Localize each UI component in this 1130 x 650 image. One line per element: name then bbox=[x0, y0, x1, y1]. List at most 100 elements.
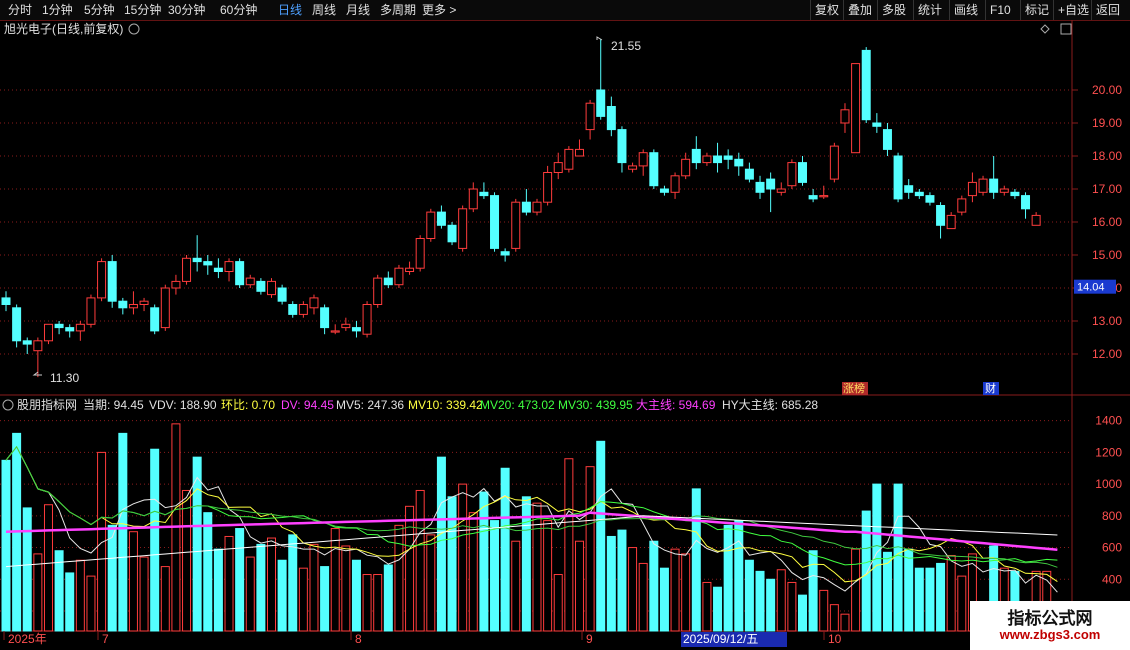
tool-button-4[interactable]: 画线 bbox=[954, 2, 978, 18]
volume-bar bbox=[914, 567, 924, 632]
tool-button-5[interactable]: F10 bbox=[990, 2, 1011, 18]
volume-bar bbox=[415, 489, 425, 632]
volume-tick-label: 800 bbox=[1102, 509, 1122, 523]
period-tab-4[interactable]: 30分钟 bbox=[168, 2, 205, 18]
candle-body bbox=[1, 297, 11, 305]
toolbar-separator bbox=[1020, 0, 1021, 20]
candle-body bbox=[479, 191, 489, 197]
candle-body bbox=[65, 327, 75, 332]
candle-body bbox=[447, 224, 457, 243]
tool-button-7[interactable]: +自选 bbox=[1058, 2, 1089, 18]
candle-body bbox=[373, 277, 383, 306]
candle-body bbox=[851, 63, 861, 154]
volume-bar bbox=[596, 440, 606, 632]
period-tab-2[interactable]: 5分钟 bbox=[84, 2, 115, 18]
candle-body bbox=[670, 175, 680, 193]
volume-bar bbox=[564, 458, 574, 632]
candle-body bbox=[776, 188, 786, 193]
indicator-value-3: DV: 94.45 bbox=[281, 398, 334, 412]
candle-body bbox=[999, 188, 1009, 193]
candle-body bbox=[606, 106, 616, 131]
period-tab-9[interactable]: 多周期 bbox=[380, 2, 416, 18]
toolbar-separator bbox=[913, 0, 914, 20]
period-tab-8[interactable]: 月线 bbox=[346, 2, 370, 18]
candle-body bbox=[75, 323, 85, 332]
period-tab-10[interactable]: 更多 > bbox=[422, 2, 456, 18]
candle-body bbox=[298, 304, 308, 315]
volume-bar bbox=[670, 548, 680, 632]
period-tab-5[interactable]: 60分钟 bbox=[220, 2, 257, 18]
volume-bar bbox=[936, 562, 946, 632]
candle-body bbox=[192, 257, 202, 263]
tool-button-0[interactable]: 复权 bbox=[815, 2, 839, 18]
candle-body bbox=[744, 168, 754, 180]
candle-body bbox=[681, 158, 691, 177]
indicator-value-1: VDV: 188.90 bbox=[149, 398, 217, 412]
candle-body bbox=[543, 172, 553, 203]
volume-bar bbox=[734, 520, 744, 632]
candle-body bbox=[798, 162, 807, 183]
volume-bar bbox=[43, 504, 53, 632]
candle-body bbox=[967, 181, 977, 197]
candle-body bbox=[882, 129, 892, 150]
candle-body bbox=[468, 188, 478, 210]
candle-body bbox=[500, 251, 510, 256]
volume-bar bbox=[532, 502, 542, 632]
period-tab-3[interactable]: 15分钟 bbox=[124, 2, 161, 18]
tool-button-8[interactable]: 返回 bbox=[1096, 2, 1120, 18]
volume-bar bbox=[320, 566, 330, 632]
volume-tick-label: 400 bbox=[1102, 572, 1122, 586]
candle-body bbox=[936, 205, 946, 226]
candle-body bbox=[256, 280, 266, 292]
volume-tick-label: 1000 bbox=[1095, 477, 1122, 491]
stock-title: 旭光电子(日线,前复权) bbox=[4, 21, 123, 36]
volume-bar bbox=[543, 520, 553, 632]
price-tick-label: 20.00 bbox=[1092, 83, 1122, 97]
toolbar-separator bbox=[985, 0, 986, 20]
tool-button-2[interactable]: 多股 bbox=[882, 2, 906, 18]
candle-body bbox=[925, 195, 935, 203]
tool-button-6[interactable]: 标记 bbox=[1025, 2, 1049, 18]
candle-body bbox=[1021, 195, 1031, 210]
volume-bar bbox=[755, 570, 765, 632]
watermark: 指标公式网 www.zbgs3.com bbox=[970, 601, 1130, 650]
indicator-value-7: MV30: 439.95 bbox=[558, 398, 633, 412]
diamond-icon[interactable] bbox=[1040, 24, 1050, 34]
price-tick-label: 16.00 bbox=[1092, 215, 1122, 229]
indicator-dropdown-icon[interactable] bbox=[2, 399, 14, 411]
last-price-label: 14.04 bbox=[1077, 282, 1105, 294]
tool-button-1[interactable]: 叠加 bbox=[848, 2, 872, 18]
candle-body bbox=[351, 327, 361, 332]
tool-button-3[interactable]: 统计 bbox=[918, 2, 942, 18]
volume-bar bbox=[256, 543, 266, 632]
indicator-name: 股朋指标网 bbox=[17, 397, 77, 412]
volume-bar bbox=[904, 548, 914, 632]
price-tick-label: 17.00 bbox=[1092, 182, 1122, 196]
candle-body bbox=[840, 109, 850, 124]
window-icon[interactable] bbox=[1060, 23, 1072, 35]
volume-bar bbox=[851, 548, 861, 632]
candle-body bbox=[330, 330, 340, 333]
period-tab-0[interactable]: 分时 bbox=[8, 2, 32, 18]
watermark-title: 指标公式网 bbox=[1007, 609, 1093, 628]
volume-bar bbox=[893, 483, 903, 632]
candle-body bbox=[861, 49, 871, 121]
candle-body bbox=[649, 152, 659, 187]
volume-bar bbox=[925, 567, 935, 632]
toolbar-separator bbox=[1053, 0, 1054, 20]
volume-bar bbox=[139, 556, 149, 632]
candle-body bbox=[54, 323, 64, 329]
candle-body bbox=[182, 257, 192, 282]
volume-bar bbox=[426, 534, 436, 632]
period-tab-1[interactable]: 1分钟 bbox=[42, 2, 73, 18]
period-tab-6[interactable]: 日线 bbox=[278, 2, 302, 18]
candle-body bbox=[872, 122, 882, 127]
volume-bar bbox=[638, 562, 648, 632]
volume-bar bbox=[436, 456, 446, 632]
dropdown-icon[interactable] bbox=[128, 23, 140, 35]
volume-bar bbox=[224, 535, 234, 632]
volume-bar bbox=[766, 578, 776, 632]
volume-bar bbox=[213, 548, 223, 632]
period-tab-7[interactable]: 周线 bbox=[312, 2, 336, 18]
period-toolbar: 分时 1分钟 5分钟 15分钟 30分钟 60分钟 日线 周线 月线 多周期 更多 > 复权 叠加 多股统… bbox=[0, 0, 1130, 21]
